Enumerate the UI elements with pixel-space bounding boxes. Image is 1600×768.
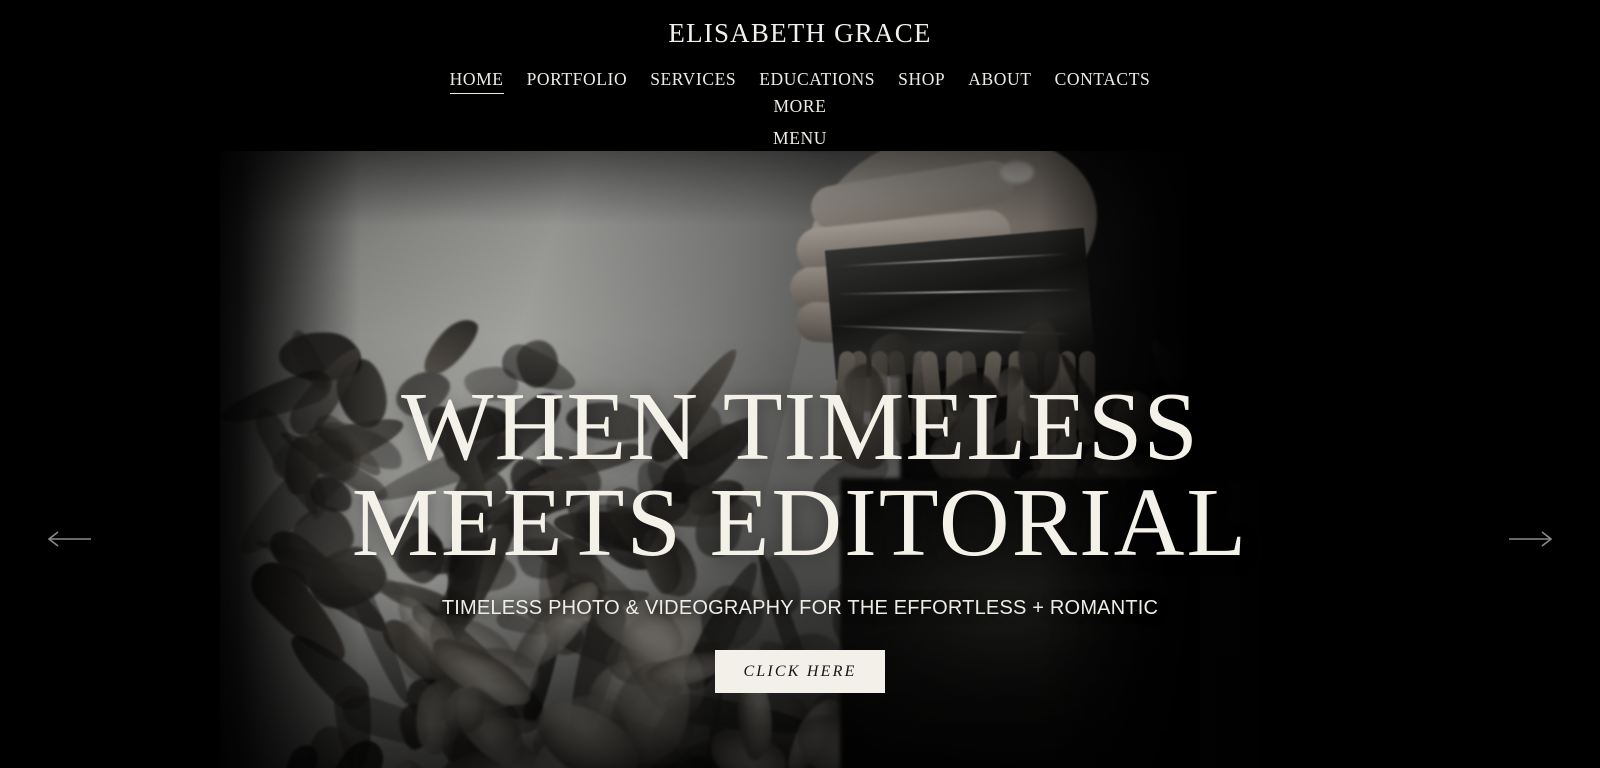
arrow-left-icon bbox=[46, 530, 92, 548]
main-navigation: HOME PORTFOLIO SERVICES EDUCATIONS SHOP … bbox=[420, 69, 1180, 151]
nav-item-about[interactable]: ABOUT bbox=[968, 69, 1031, 92]
nav-item-services[interactable]: SERVICES bbox=[650, 69, 736, 92]
nav-item-educations[interactable]: EDUCATIONS bbox=[759, 69, 875, 92]
nav-item-menu[interactable]: MENU bbox=[773, 128, 827, 151]
hero-headline-line1: WHEN TIMELESS bbox=[401, 373, 1199, 481]
hero-content: WHEN TIMELESS MEETS EDITORIAL TIMELESS P… bbox=[0, 151, 1600, 768]
menu-row: MENU bbox=[420, 128, 1180, 151]
previous-slide-button[interactable] bbox=[46, 524, 104, 554]
arrow-right-icon bbox=[1508, 530, 1554, 548]
next-slide-button[interactable] bbox=[1496, 524, 1554, 554]
site-header: ELISABETH GRACE HOME PORTFOLIO SERVICES … bbox=[0, 0, 1600, 151]
hero-subheadline: TIMELESS PHOTO & VIDEOGRAPHY FOR THE EFF… bbox=[441, 597, 1159, 620]
nav-item-shop[interactable]: SHOP bbox=[898, 69, 945, 92]
nav-item-contacts[interactable]: CONTACTS bbox=[1055, 69, 1151, 92]
nav-item-home[interactable]: HOME bbox=[449, 69, 504, 95]
hero-headline: WHEN TIMELESS MEETS EDITORIAL bbox=[351, 373, 1249, 578]
nav-item-more[interactable]: MORE bbox=[774, 96, 827, 119]
website-page: ELISABETH GRACE HOME PORTFOLIO SERVICES … bbox=[0, 0, 1600, 768]
hero-headline-line2: MEETS EDITORIAL bbox=[351, 469, 1249, 578]
click-here-label: CLICK HERE bbox=[743, 662, 857, 680]
click-here-button[interactable]: CLICK HERE bbox=[715, 650, 885, 694]
nav-item-portfolio[interactable]: PORTFOLIO bbox=[527, 69, 628, 92]
site-logo[interactable]: ELISABETH GRACE bbox=[668, 20, 931, 47]
